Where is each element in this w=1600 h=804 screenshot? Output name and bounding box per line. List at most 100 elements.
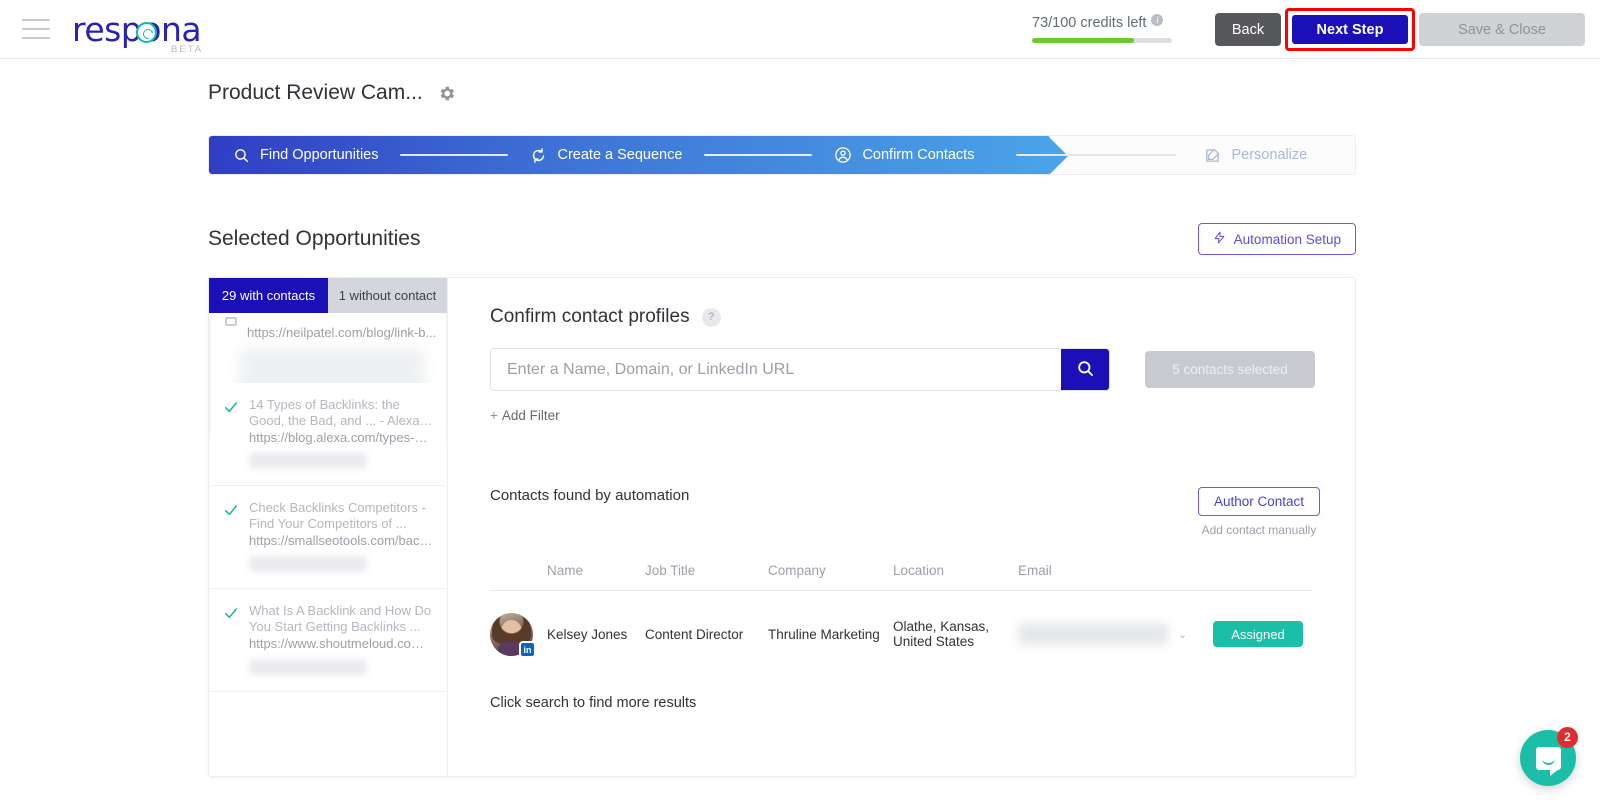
opportunities-tabs: 29 with contacts 1 without contact	[209, 278, 447, 313]
column-header-location: Location	[893, 563, 945, 578]
info-icon[interactable]: i	[1151, 14, 1164, 26]
redacted-text	[249, 324, 399, 366]
opportunity-title: Check Backlinks Competitors - Find Your …	[249, 500, 426, 531]
opportunity-title: What Is A Backlink and How Do You Start …	[249, 603, 432, 634]
contact-name: Kelsey Jones	[547, 626, 628, 642]
hamburger-icon[interactable]	[22, 19, 50, 39]
respona-logo[interactable]: respona BETA	[72, 13, 202, 55]
check-icon	[223, 500, 239, 572]
linkedin-badge-icon[interactable]: in	[519, 640, 536, 658]
table-row[interactable]: in Kelsey Jones Content Director Thrulin…	[490, 591, 1313, 677]
step-label: Personalize	[1231, 147, 1308, 163]
author-contact-button[interactable]: Author Contact	[1197, 487, 1320, 516]
contact-search-row: 5 contacts selected	[490, 348, 1320, 391]
tab-without-contact[interactable]: 1 without contact	[328, 278, 447, 313]
question-icon[interactable]: ?	[701, 307, 721, 327]
column-header-job-title: Job Title	[645, 563, 696, 578]
column-header-email: Email	[1018, 563, 1052, 578]
opportunity-url: https://www.shoutmeloud.com/...	[249, 636, 433, 651]
step-label: Confirm Contacts	[862, 147, 975, 163]
contacts-column: Confirm contact profiles ? 5 contacts se…	[448, 278, 1355, 776]
logo-beta-label: BETA	[171, 43, 204, 55]
list-item[interactable]	[211, 313, 445, 383]
author-contact-group: Author Contact Add contact manually	[1197, 487, 1320, 537]
campaign-header: Product Review Cam...	[208, 81, 1600, 105]
stepper-connector-1	[400, 154, 509, 156]
campaign-stepper: Find Opportunities Create a Sequence Con…	[208, 135, 1356, 175]
contact-action-cell: Assigned	[1213, 621, 1313, 647]
search-input[interactable]	[491, 349, 1061, 390]
step-confirm-contacts[interactable]: Confirm Contacts	[834, 146, 974, 164]
search-icon	[1076, 359, 1095, 381]
next-step-button[interactable]: Next Step	[1291, 14, 1409, 45]
column-header-company: Company	[768, 563, 826, 578]
more-results-hint: Click search to find more results	[490, 695, 697, 711]
opportunity-url: https://blog.alexa.com/types-of...	[249, 430, 433, 445]
contacts-found-header: Contacts found by automation Author Cont…	[490, 487, 1320, 537]
search-box	[490, 348, 1110, 391]
credits-progress-fill	[1032, 38, 1135, 43]
opportunities-list[interactable]: https://neilpatel.com/blog/link-b... 14 …	[209, 313, 447, 778]
opportunity-cards: 14 Types of Backlinks: the Good, the Bad…	[209, 383, 447, 692]
save-and-close-button[interactable]: Save & Close	[1419, 13, 1585, 46]
logo-circle-icon	[136, 21, 157, 43]
contact-name-cell: in Kelsey Jones	[490, 612, 645, 658]
contacts-table: Name Job Title Company Location Email in…	[490, 563, 1313, 677]
automation-setup-button[interactable]: Automation Setup	[1197, 223, 1356, 255]
contacts-found-title: Contacts found by automation	[490, 487, 690, 504]
confirm-contacts-panel: 29 with contacts 1 without contact https…	[208, 277, 1356, 777]
confirm-contact-profiles-header: Confirm contact profiles ?	[490, 306, 1320, 328]
credits-label: 73/100 credits left	[1032, 15, 1147, 31]
search-button[interactable]	[1061, 349, 1109, 390]
column-header-actions	[1213, 563, 1313, 578]
smile-icon	[1541, 758, 1555, 765]
page-title: Product Review Cam...	[208, 81, 423, 104]
intercom-launcher[interactable]: 2	[1520, 727, 1578, 786]
section-title: Selected Opportunities	[208, 227, 421, 250]
list-item[interactable]: What Is A Backlink and How Do You Start …	[211, 589, 445, 692]
add-filter-button[interactable]: + Add Filter	[490, 408, 560, 423]
opportunities-column: 29 with contacts 1 without contact https…	[209, 278, 448, 776]
redacted-text	[249, 659, 367, 675]
search-icon	[233, 147, 250, 164]
step-find-opportunities[interactable]: Find Opportunities	[233, 147, 378, 164]
contact-company: Thruline Marketing	[768, 626, 880, 642]
opportunity-url: https://smallseotools.com/backli...	[249, 533, 433, 548]
chevron-down-icon[interactable]: ⌄	[1178, 628, 1187, 641]
assigned-button[interactable]: Assigned	[1213, 621, 1303, 647]
opportunity-title: 14 Types of Backlinks: the Good, the Bad…	[249, 397, 420, 428]
gear-icon[interactable]	[437, 84, 456, 103]
list-item[interactable]: Check Backlinks Competitors - Find Your …	[211, 486, 445, 589]
selected-opportunities-header: Selected Opportunities Automation Setup	[208, 223, 1356, 255]
add-filter-label: Add Filter	[501, 408, 560, 423]
plus-icon: +	[490, 408, 498, 423]
add-contact-manually-link[interactable]: Add contact manually	[1198, 523, 1320, 537]
contact-email-cell[interactable]: ⌄	[1018, 623, 1213, 645]
contacts-title: Confirm contact profiles	[490, 306, 690, 327]
contact-location: Olathe, Kansas, United States	[893, 619, 990, 649]
top-bar: respona BETA 73/100 credits left i Back N…	[0, 0, 1600, 59]
table-header-row: Name Job Title Company Location Email	[490, 563, 1313, 591]
redacted-text	[249, 556, 367, 572]
redacted-email	[1018, 623, 1168, 645]
avatar: in	[490, 612, 536, 658]
tab-with-contacts[interactable]: 29 with contacts	[209, 278, 328, 313]
credits-row: 73/100 credits left i	[1032, 14, 1172, 32]
contact-job-title: Content Director	[645, 626, 744, 642]
list-item[interactable]: 14 Types of Backlinks: the Good, the Bad…	[211, 383, 445, 486]
check-icon	[223, 317, 239, 366]
stepper-connector-3	[1016, 154, 1177, 156]
check-icon	[223, 397, 239, 469]
redacted-text	[249, 453, 367, 469]
next-step-highlight: Next Step	[1285, 8, 1415, 51]
step-personalize[interactable]: Personalize	[1204, 147, 1307, 164]
credits-progress-bar	[1032, 38, 1172, 43]
check-icon	[223, 603, 239, 675]
contacts-selected-button[interactable]: 5 contacts selected	[1145, 351, 1315, 388]
back-button[interactable]: Back	[1215, 13, 1281, 46]
stepper-connector-2	[704, 154, 813, 156]
step-create-a-sequence[interactable]: Create a Sequence	[530, 147, 682, 164]
automation-setup-label: Automation Setup	[1233, 231, 1341, 247]
step-label: Create a Sequence	[557, 147, 683, 163]
step-label: Find Opportunities	[260, 147, 379, 163]
